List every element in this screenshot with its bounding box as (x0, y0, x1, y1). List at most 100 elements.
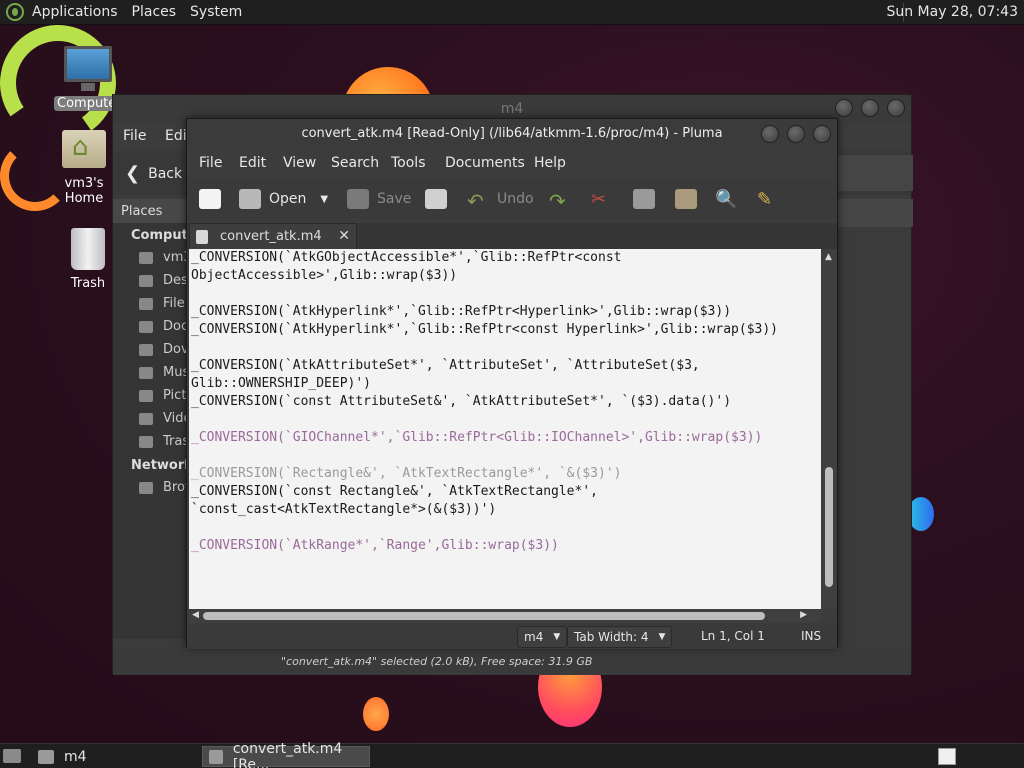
search-icon: 🔍 (715, 189, 738, 210)
close-tab-icon[interactable]: ✕ (338, 228, 350, 244)
find-button[interactable]: 🔍 (715, 187, 745, 211)
top-panel: Applications Places System Sun May 28, 0… (0, 0, 1024, 25)
menu-documents[interactable]: Documents (445, 155, 525, 171)
desktop-folder-icon (139, 274, 153, 287)
places-header[interactable]: Places (113, 199, 189, 223)
filesystem-icon (139, 297, 153, 310)
code-line: _CONVERSION(`AtkGObjectAccessible*',`Gli… (191, 250, 622, 265)
sidebar-item[interactable]: Doc (113, 315, 189, 338)
tab-label: convert_atk.m4 (220, 229, 322, 244)
horizontal-scrollbar[interactable]: ◀ ▶ (189, 609, 821, 623)
scroll-right-icon[interactable]: ▶ (800, 610, 807, 620)
taskbar-item-pluma[interactable]: convert_atk.m4 [Re... (202, 741, 370, 768)
text-editor[interactable]: _CONVERSION(`AtkGObjectAccessible*',`Gli… (189, 249, 821, 609)
tab-convert-atk[interactable]: convert_atk.m4 ✕ (189, 223, 357, 249)
sidebar-item[interactable]: Vide (113, 407, 189, 430)
maximize-icon[interactable] (787, 125, 805, 143)
workspace-switcher[interactable] (938, 748, 956, 765)
menu-view[interactable]: View (283, 155, 316, 171)
close-icon[interactable] (887, 99, 905, 117)
sidebar-item[interactable]: Brow (113, 476, 189, 499)
mate-logo-icon[interactable] (6, 3, 24, 21)
menu-edit[interactable]: Edit (239, 155, 266, 171)
sidebar-item[interactable]: vm3 (113, 246, 189, 269)
undo-button[interactable]: ↶ Undo (467, 187, 534, 213)
copy-button[interactable] (633, 187, 663, 211)
menu-file[interactable]: File (123, 128, 146, 144)
menu-search[interactable]: Search (331, 155, 379, 171)
copy-icon (633, 189, 655, 209)
save-button[interactable]: Save (347, 187, 411, 211)
code-line: _CONVERSION(`AtkHyperlink*',`Glib::RefPt… (191, 322, 778, 337)
places-menu[interactable]: Places (132, 4, 177, 20)
sidebar-item[interactable]: Tras (113, 430, 189, 453)
desktop-icon-label: Trash (70, 276, 106, 291)
new-document-button[interactable] (199, 187, 229, 211)
bottom-panel: m4 convert_atk.m4 [Re... (0, 741, 1024, 768)
menu-help[interactable]: Help (534, 155, 566, 171)
print-icon (425, 189, 447, 209)
code-line: `const_cast<AtkTextRectangle*>(&($3))') (191, 502, 497, 517)
sidebar-item[interactable]: Mus (113, 361, 189, 384)
maximize-icon[interactable] (861, 99, 879, 117)
status-bar: m4 ▼ Tab Width: 4 ▼ Ln 1, Col 1 INS (187, 623, 837, 649)
menu-tools[interactable]: Tools (391, 155, 426, 171)
cursor-position: Ln 1, Col 1 (701, 629, 765, 643)
home-icon (139, 251, 153, 264)
insert-mode: INS (801, 629, 822, 643)
save-label: Save (377, 191, 412, 207)
back-button[interactable]: ❮ Back (125, 163, 182, 184)
paste-button[interactable] (675, 187, 705, 211)
find-replace-button[interactable]: ✎ (757, 187, 787, 211)
back-label: Back (148, 165, 183, 182)
redo-button[interactable]: ↷ (549, 187, 579, 213)
sidebar-item[interactable]: Des (113, 269, 189, 292)
pluma-window[interactable]: convert_atk.m4 [Read-Only] (/lib64/atkmm… (186, 118, 838, 649)
applications-menu[interactable]: Applications (32, 4, 118, 20)
text-editor-icon (209, 749, 223, 764)
system-menu[interactable]: System (190, 4, 242, 20)
show-desktop-icon[interactable] (3, 749, 21, 763)
cut-button[interactable]: ✂ (591, 187, 621, 211)
save-icon (347, 189, 369, 209)
code-line-dimmed: _CONVERSION(`GIOChannel*',`Glib::RefPtr<… (191, 430, 763, 445)
language-selector[interactable]: m4 ▼ (517, 626, 568, 648)
horizontal-scroll-thumb[interactable] (203, 612, 765, 620)
language-value: m4 (524, 630, 544, 644)
trash-icon (71, 228, 105, 270)
vertical-scrollbar[interactable]: ▲ (821, 249, 837, 609)
open-label: Open (269, 191, 307, 207)
folder-icon (38, 749, 54, 764)
print-button[interactable] (425, 187, 455, 211)
scroll-up-icon[interactable]: ▲ (825, 252, 832, 262)
menu-file[interactable]: File (199, 155, 222, 171)
music-folder-icon (139, 366, 153, 379)
close-icon[interactable] (813, 125, 831, 143)
section-computer: Computer (131, 228, 189, 243)
code-line: _CONVERSION(`const Rectangle&', `AtkText… (191, 484, 598, 499)
minimize-icon[interactable] (761, 125, 779, 143)
open-dropdown-icon[interactable]: ▼ (320, 194, 328, 205)
clock[interactable]: Sun May 28, 07:43 (886, 4, 1018, 20)
new-document-icon (199, 189, 221, 209)
code-line-dimmed: _CONVERSION(`AtkRange*',`Range',Glib::wr… (191, 538, 559, 553)
open-button[interactable]: Open ▼ (239, 187, 328, 211)
undo-icon: ↶ (467, 189, 484, 213)
code-line: _CONVERSION(`AtkAttributeSet*', `Attribu… (191, 358, 700, 373)
downloads-folder-icon (139, 343, 153, 356)
sidebar-item[interactable]: File (113, 292, 189, 315)
network-icon (139, 481, 153, 494)
vertical-scroll-thumb[interactable] (825, 467, 833, 587)
sidebar-item[interactable]: Dov (113, 338, 189, 361)
scroll-left-icon[interactable]: ◀ (192, 610, 199, 620)
location-area (833, 199, 913, 227)
window-title[interactable]: convert_atk.m4 [Read-Only] (/lib64/atkmm… (187, 119, 837, 149)
desktop-icon-home[interactable]: vm3's Home (50, 130, 118, 206)
cut-icon: ✂ (591, 189, 607, 210)
taskbar-item-m4[interactable]: m4 (32, 746, 192, 767)
sidebar-item[interactable]: Pictu (113, 384, 189, 407)
tab-width-selector[interactable]: Tab Width: 4 ▼ (567, 626, 673, 648)
minimize-icon[interactable] (835, 99, 853, 117)
